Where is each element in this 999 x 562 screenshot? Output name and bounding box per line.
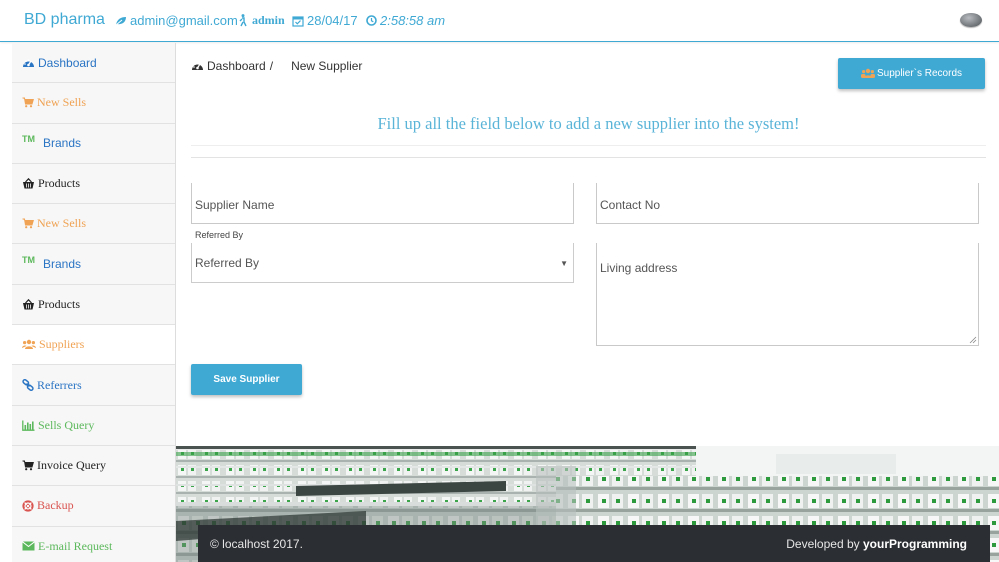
users-icon — [860, 68, 875, 78]
sidebar-item-label: E-mail Request — [38, 538, 113, 553]
basket-icon — [23, 178, 34, 189]
sidebar-item-label: Backup — [37, 498, 74, 513]
breadcrumb-current: New Supplier — [291, 59, 363, 73]
sidebar-item-referrers[interactable]: Referrers — [12, 365, 175, 406]
trademark-icon: TM — [22, 134, 35, 145]
current-time-text: 2:58:58 am — [380, 13, 446, 28]
resize-grip-icon[interactable] — [969, 336, 977, 344]
brand-name[interactable]: BD pharma — [24, 11, 105, 29]
sidebar-item-label: Referrers — [37, 377, 82, 392]
sidebar-item-label: Sells Query — [38, 417, 95, 432]
sidebar-item-label: Dashboard — [38, 55, 97, 70]
sidebar-item-suppliers[interactable]: Suppliers — [12, 325, 175, 366]
trademark-icon: TM — [22, 255, 35, 266]
sidebar-item-label: New Sells — [37, 95, 86, 110]
user-role: admin — [238, 13, 285, 28]
calendar-icon — [292, 15, 304, 27]
sidebar-item-sells-query[interactable]: Sells Query — [12, 406, 175, 446]
sidebar-item-brands[interactable]: TM Brands — [12, 124, 175, 164]
divider — [191, 145, 986, 146]
envelope-icon — [22, 541, 35, 551]
cart-icon — [22, 97, 34, 108]
save-supplier-button[interactable]: Save Supplier — [191, 364, 302, 395]
dashboard-icon — [192, 62, 203, 70]
living-address-textarea[interactable] — [596, 243, 979, 346]
sidebar: Dashboard New Sells TM Brands Products N… — [12, 43, 176, 562]
divider — [191, 157, 986, 158]
current-date: 28/04/17 — [292, 13, 358, 28]
user-role-text: admin — [252, 13, 285, 27]
current-time: 2:58:58 am — [366, 13, 445, 28]
supplier-records-button[interactable]: Supplier`s Records — [838, 58, 985, 89]
breadcrumb-separator: / — [269, 59, 274, 73]
cart-icon — [22, 460, 34, 471]
current-date-text: 28/04/17 — [307, 13, 358, 28]
sidebar-item-label: Products — [38, 296, 80, 311]
form-heading: Fill up all the field below to add a new… — [377, 114, 800, 133]
sidebar-item-products[interactable]: Products — [12, 164, 175, 205]
sidebar-item-invoice-query[interactable]: Invoice Query — [12, 446, 175, 487]
referred-by-select[interactable]: Referred By ▼ — [191, 243, 574, 283]
user-email-text: admin@gmail.com — [130, 13, 238, 28]
sidebar-item-label: Brands — [43, 257, 82, 272]
sidebar-item-label: New Sells — [37, 216, 86, 231]
lifebuoy-icon — [22, 500, 34, 512]
footer-credit-prefix: Developed by — [786, 536, 860, 551]
referred-by-selected: Referred By — [195, 255, 260, 270]
link-icon — [22, 379, 34, 392]
basket-icon — [23, 298, 34, 310]
footer: © localhost 2017. Developed by yourProgr… — [198, 525, 990, 562]
clock-icon — [366, 15, 377, 26]
footer-credit: Developed by yourProgramming — [786, 537, 967, 551]
sidebar-item-label: Products — [38, 176, 80, 191]
sidebar-item-brands-2[interactable]: TM Brands — [12, 244, 175, 285]
footer-copyright: © localhost 2017. — [210, 536, 303, 551]
user-avatar[interactable] — [960, 13, 982, 27]
sidebar-item-new-sells[interactable]: New Sells — [12, 83, 175, 124]
bar-chart-icon — [22, 420, 35, 431]
caret-down-icon: ▼ — [560, 259, 568, 268]
breadcrumb: Dashboard / New Supplier — [191, 59, 362, 73]
sidebar-item-label: Invoice Query — [37, 458, 106, 473]
footer-developer-link[interactable]: yourProgramming — [863, 537, 967, 551]
cart-icon — [22, 218, 34, 229]
supplier-name-input[interactable] — [191, 183, 574, 224]
users-icon — [22, 340, 36, 350]
supplier-records-label: Supplier`s Records — [876, 68, 963, 79]
sidebar-item-email-request[interactable]: E-mail Request — [12, 527, 175, 562]
contact-no-input[interactable] — [596, 183, 979, 224]
sidebar-item-backup[interactable]: Backup — [12, 486, 175, 527]
walking-person-icon — [239, 14, 247, 27]
sidebar-item-new-sells-2[interactable]: New Sells — [12, 204, 175, 245]
dashboard-icon — [23, 59, 34, 67]
top-navbar: BD pharma admin@gmail.com admin 28/04/17… — [0, 0, 999, 42]
sidebar-item-label: Suppliers — [39, 337, 85, 352]
sidebar-item-products-2[interactable]: Products — [12, 285, 175, 326]
referred-by-label: Referred By — [195, 230, 244, 240]
leaf-icon — [115, 16, 126, 25]
user-email: admin@gmail.com — [115, 13, 238, 28]
sidebar-item-dashboard[interactable]: Dashboard — [12, 43, 175, 84]
sidebar-item-label: Brands — [43, 136, 82, 151]
breadcrumb-dashboard-link[interactable]: Dashboard — [207, 59, 266, 73]
